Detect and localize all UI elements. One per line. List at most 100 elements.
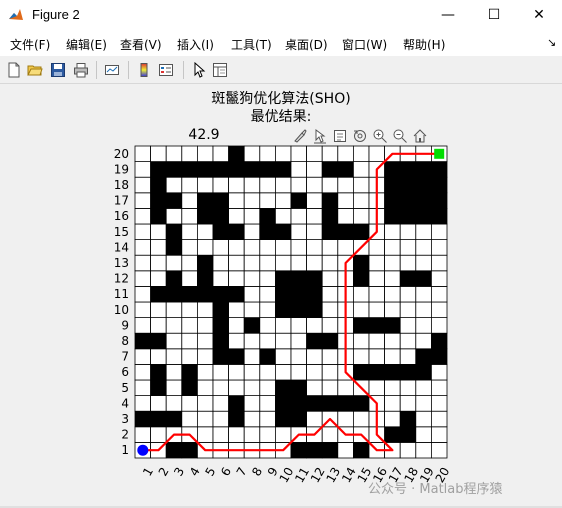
free-cell [196, 301, 214, 319]
menu-insert[interactable]: 插入(I) [177, 36, 214, 53]
free-cell [134, 270, 152, 287]
free-cell [368, 301, 386, 319]
obstacle-cell [352, 223, 370, 241]
free-cell [165, 395, 183, 412]
free-cell [134, 285, 152, 303]
free-cell [181, 145, 198, 163]
obstacle-cell [352, 441, 370, 459]
free-cell [212, 426, 230, 443]
free-cell [399, 332, 417, 350]
free-cell [243, 379, 261, 397]
obstacle-cell [384, 176, 401, 194]
best-result-value: 42.9 [188, 127, 220, 143]
free-cell [243, 223, 261, 241]
free-cell [243, 441, 261, 459]
zoom-in-icon[interactable] [372, 128, 388, 144]
obstacle-cell [150, 176, 167, 194]
brush-icon[interactable] [292, 128, 308, 144]
property-inspector-icon[interactable] [212, 62, 228, 78]
dock-figure-icon[interactable]: ↘ [547, 36, 556, 49]
obstacle-cell [415, 363, 432, 381]
free-cell [150, 239, 167, 256]
free-cell [259, 410, 276, 428]
free-cell [165, 176, 183, 194]
free-cell [368, 223, 386, 241]
obstacle-cell [150, 379, 167, 397]
free-cell [368, 348, 386, 365]
y-tick-label: 16 [114, 209, 129, 223]
free-cell [134, 223, 152, 241]
free-cell [165, 332, 183, 350]
menu-help[interactable]: 帮助(H) [403, 36, 445, 53]
insert-colorbar-icon[interactable] [136, 62, 152, 78]
free-cell [321, 239, 339, 256]
menu-window[interactable]: 窗口(W) [342, 36, 387, 53]
free-cell [274, 145, 292, 163]
free-cell [306, 176, 323, 194]
free-cell [384, 410, 401, 428]
minimize-button[interactable]: — [425, 0, 471, 30]
data-cursor-icon[interactable] [312, 128, 328, 144]
obstacle-cell [243, 161, 261, 178]
free-cell [259, 254, 276, 272]
maximize-button[interactable]: ☐ [471, 0, 517, 30]
home-icon[interactable] [412, 128, 428, 144]
x-tick-label: 8 [249, 465, 265, 479]
y-tick-label: 18 [114, 178, 129, 192]
free-cell [415, 332, 432, 350]
free-cell [430, 239, 448, 256]
free-cell [243, 254, 261, 272]
obstacle-cell [306, 441, 323, 459]
free-cell [352, 285, 370, 303]
free-cell [352, 145, 370, 163]
edit-plot-pointer-icon[interactable] [191, 62, 207, 78]
open-file-icon[interactable] [27, 62, 43, 78]
free-cell [243, 348, 261, 365]
free-cell [259, 363, 276, 381]
print-icon[interactable] [73, 62, 89, 78]
free-cell [337, 254, 354, 272]
link-plot-icon[interactable] [104, 62, 120, 78]
free-cell [212, 270, 230, 287]
free-cell [150, 348, 167, 365]
free-cell [337, 441, 354, 459]
free-cell [290, 348, 308, 365]
menu-edit[interactable]: 编辑(E) [66, 36, 107, 53]
menu-file[interactable]: 文件(F) [10, 36, 50, 53]
free-cell [196, 223, 214, 241]
rotate-icon[interactable] [352, 128, 368, 144]
free-cell [337, 176, 354, 194]
free-cell [430, 395, 448, 412]
zoom-out-icon[interactable] [392, 128, 408, 144]
insert-legend-icon[interactable] [158, 62, 174, 78]
obstacle-cell [306, 285, 323, 303]
free-cell [337, 192, 354, 209]
obstacle-cell [415, 207, 432, 225]
free-cell [321, 270, 339, 287]
free-cell [134, 161, 152, 178]
free-cell [181, 270, 198, 287]
menu-desktop[interactable]: 桌面(D) [285, 36, 328, 53]
y-tick-label: 17 [114, 194, 129, 208]
free-cell [196, 317, 214, 334]
obstacle-cell [243, 317, 261, 334]
free-cell [430, 426, 448, 443]
free-cell [228, 332, 245, 350]
y-tick-label: 9 [121, 318, 129, 332]
free-cell [290, 161, 308, 178]
y-tick-label: 14 [114, 240, 129, 254]
menu-tools[interactable]: 工具(T) [231, 36, 272, 53]
obstacle-cell [196, 192, 214, 209]
free-cell [352, 379, 370, 397]
export-icon[interactable] [332, 128, 348, 144]
obstacle-cell [306, 301, 323, 319]
free-cell [306, 192, 323, 209]
free-cell [274, 317, 292, 334]
save-icon[interactable] [50, 62, 66, 78]
menu-view[interactable]: 查看(V) [120, 36, 162, 53]
y-tick-label: 15 [114, 225, 129, 239]
close-button[interactable]: ✕ [516, 0, 562, 30]
new-figure-icon[interactable] [6, 62, 22, 78]
free-cell [212, 379, 230, 397]
obstacle-cell [196, 254, 214, 272]
